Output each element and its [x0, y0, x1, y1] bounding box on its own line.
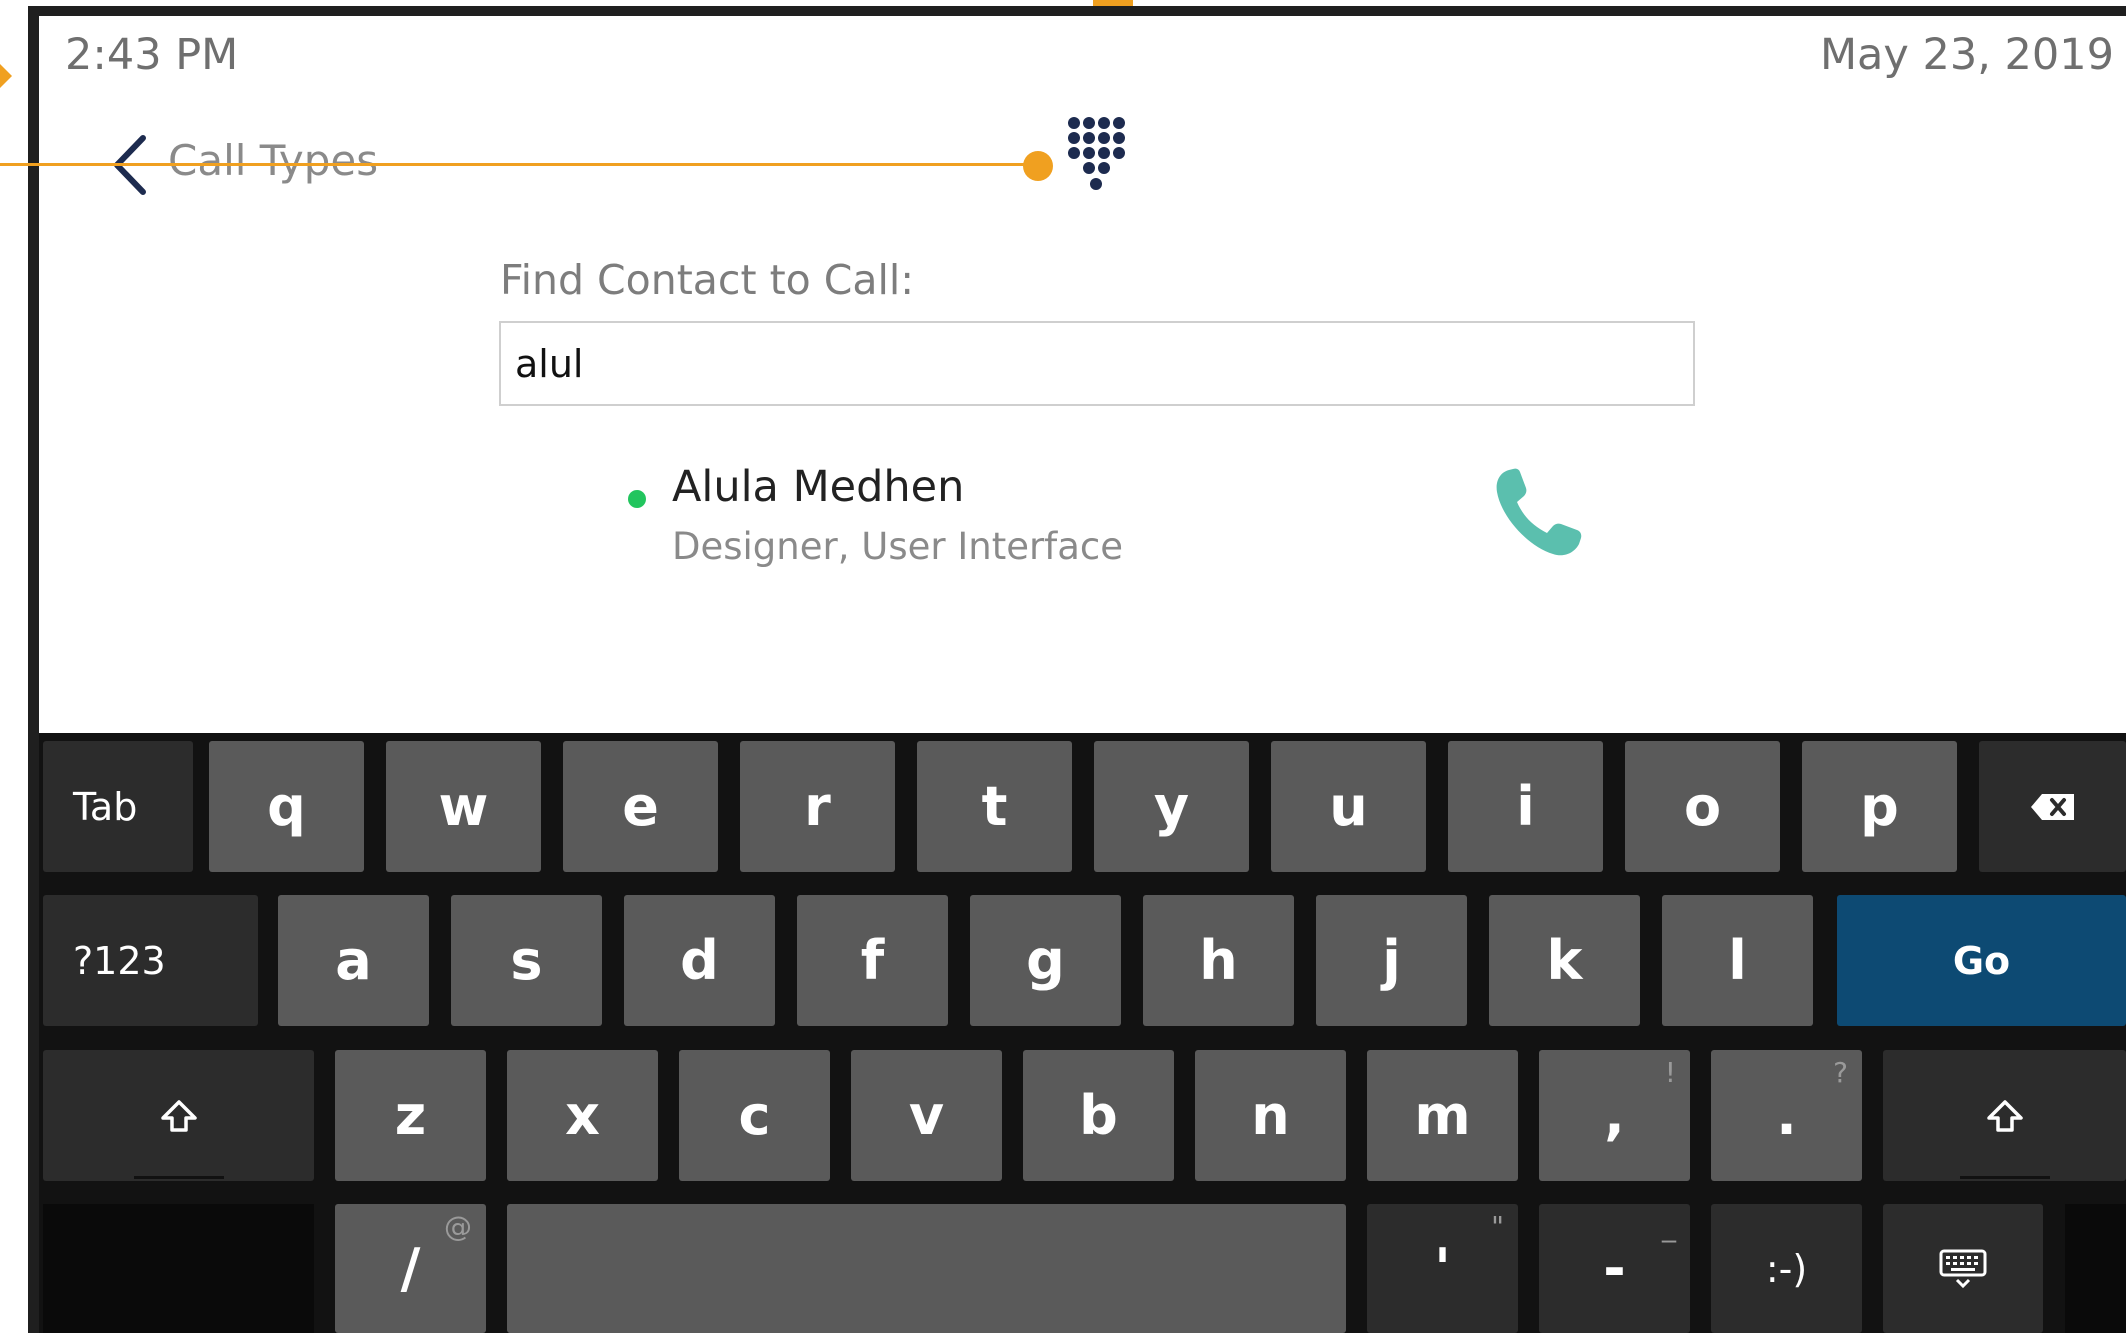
key-l[interactable]: l	[1662, 895, 1813, 1026]
key-a[interactable]: a	[278, 895, 429, 1026]
shift-key-left[interactable]	[43, 1050, 314, 1181]
tab-key-label: Tab	[73, 784, 138, 829]
presence-indicator	[628, 490, 646, 508]
key-r[interactable]: r	[740, 741, 895, 872]
device-frame-top	[28, 6, 2126, 16]
find-contact-label: Find Contact to Call:	[500, 256, 915, 304]
key-t[interactable]: t	[917, 741, 1072, 872]
go-key[interactable]: Go	[1837, 895, 2126, 1026]
backspace-icon	[2030, 793, 2074, 820]
key-d[interactable]: d	[624, 895, 775, 1026]
key-f[interactable]: f	[797, 895, 948, 1026]
keyboard-blank-area-right	[2065, 1204, 2126, 1333]
symbols-key-label: ?123	[73, 938, 166, 983]
key-period-label: .	[1776, 1084, 1797, 1147]
shift-icon	[1986, 1099, 2023, 1132]
status-time: 2:43 PM	[65, 30, 239, 80]
key-m[interactable]: m	[1367, 1050, 1518, 1181]
on-screen-keyboard: Tab q w e r t y u i o p ?123 a s d f g h…	[39, 733, 2126, 1333]
key-comma-label: ,	[1604, 1084, 1625, 1147]
key-apostrophe[interactable]: ' "	[1367, 1204, 1518, 1333]
phone-icon[interactable]	[1487, 464, 1587, 564]
shift-icon	[160, 1099, 197, 1132]
key-h[interactable]: h	[1143, 895, 1294, 1026]
shift-key-right[interactable]	[1883, 1050, 2126, 1181]
key-c[interactable]: c	[679, 1050, 830, 1181]
contact-search-input[interactable]	[499, 321, 1695, 406]
keyboard-blank-area	[43, 1204, 314, 1333]
key-x[interactable]: x	[507, 1050, 658, 1181]
annotation-line	[0, 163, 1038, 166]
tab-key[interactable]: Tab	[43, 741, 193, 872]
key-j[interactable]: j	[1316, 895, 1467, 1026]
backspace-key[interactable]	[1979, 741, 2126, 872]
screen: 2:43 PM May 23, 2019 Call Types Find Con…	[39, 16, 2126, 1333]
contact-title: Designer, User Interface	[672, 525, 1123, 568]
key-o[interactable]: o	[1625, 741, 1780, 872]
status-date: May 23, 2019	[1819, 30, 2114, 80]
keyboard-hide-icon	[1939, 1249, 1987, 1288]
go-key-label: Go	[1952, 938, 2011, 983]
key-n[interactable]: n	[1195, 1050, 1346, 1181]
key-k[interactable]: k	[1489, 895, 1640, 1026]
key-z[interactable]: z	[335, 1050, 486, 1181]
symbols-key[interactable]: ?123	[43, 895, 258, 1026]
hide-keyboard-key[interactable]	[1883, 1204, 2043, 1333]
key-apostrophe-alt: "	[1491, 1210, 1504, 1243]
key-q[interactable]: q	[209, 741, 364, 872]
key-slash-label: /	[400, 1237, 421, 1300]
space-key[interactable]	[507, 1204, 1346, 1333]
key-b[interactable]: b	[1023, 1050, 1174, 1181]
key-apostrophe-label: '	[1434, 1237, 1451, 1300]
key-dash[interactable]: - _	[1539, 1204, 1690, 1333]
key-e[interactable]: e	[563, 741, 718, 872]
smiley-key[interactable]: :-)	[1711, 1204, 1862, 1333]
key-y[interactable]: y	[1094, 741, 1249, 872]
key-s[interactable]: s	[451, 895, 602, 1026]
key-u[interactable]: u	[1271, 741, 1426, 872]
key-comma-alt: !	[1664, 1056, 1676, 1089]
key-dash-alt: _	[1662, 1210, 1676, 1243]
dialpad-icon[interactable]	[1066, 115, 1128, 195]
device-frame-left	[28, 6, 39, 1333]
key-i[interactable]: i	[1448, 741, 1603, 872]
back-button-label[interactable]: Call Types	[168, 136, 378, 185]
key-period-alt: ?	[1833, 1056, 1848, 1089]
key-w[interactable]: w	[386, 741, 541, 872]
key-slash[interactable]: / @	[335, 1204, 486, 1333]
annotation-dot	[1023, 151, 1053, 181]
key-g[interactable]: g	[970, 895, 1121, 1026]
key-dash-label: -	[1603, 1237, 1626, 1300]
key-period[interactable]: . ?	[1711, 1050, 1862, 1181]
contact-name[interactable]: Alula Medhen	[672, 462, 964, 512]
key-v[interactable]: v	[851, 1050, 1002, 1181]
key-slash-alt: @	[444, 1210, 472, 1243]
annotation-arrow	[0, 64, 12, 88]
key-comma[interactable]: , !	[1539, 1050, 1690, 1181]
key-p[interactable]: p	[1802, 741, 1957, 872]
